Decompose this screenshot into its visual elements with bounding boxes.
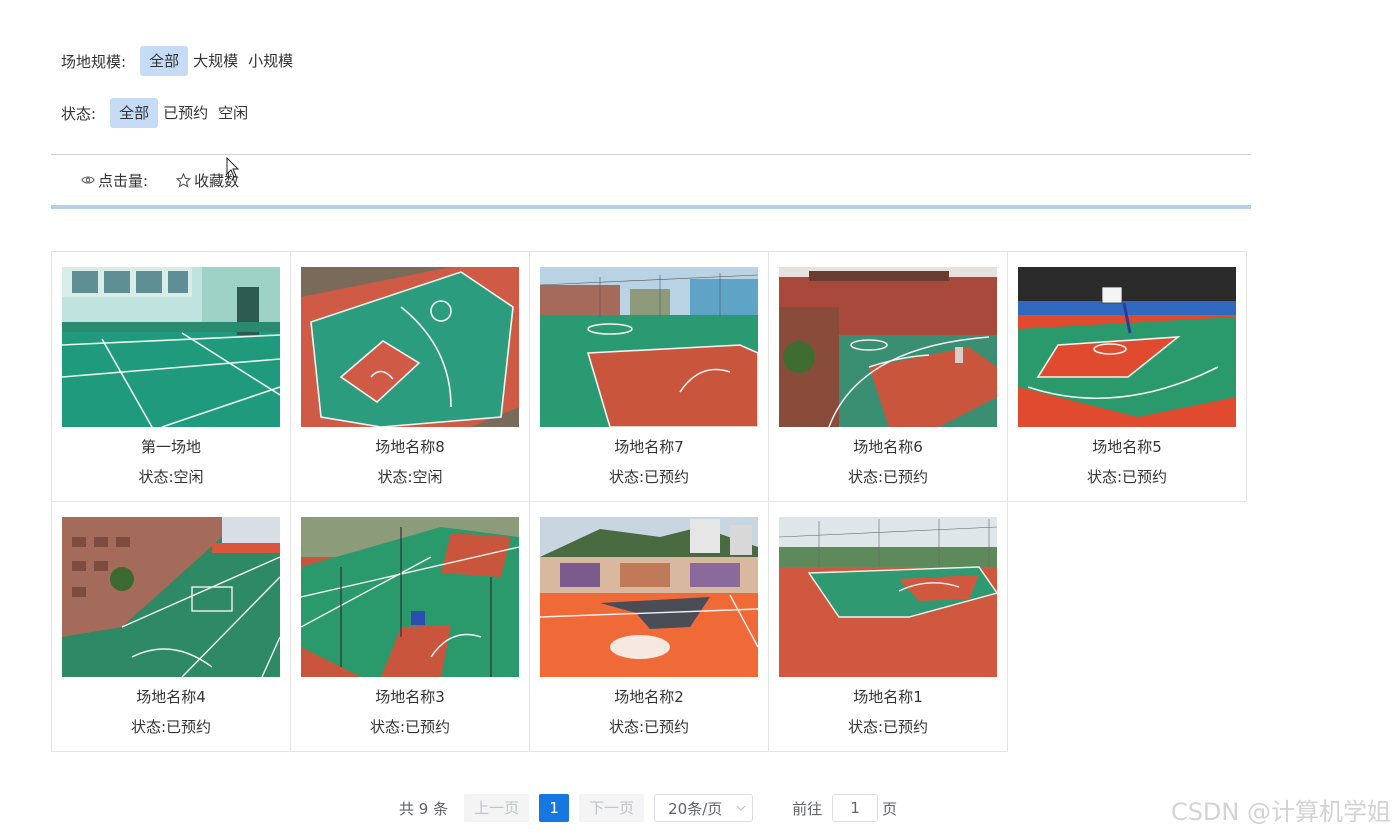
status-filter: 状态: 全部 已预约 空闲: [61, 98, 253, 128]
prev-page-button[interactable]: 上一页: [464, 794, 530, 822]
scale-option-large[interactable]: 大规模: [188, 46, 243, 76]
status-option-idle[interactable]: 空闲: [213, 98, 253, 128]
venue-photo[interactable]: [301, 267, 519, 427]
goto-page-input[interactable]: 1: [832, 794, 879, 822]
sort-clicks-label: 点击量:: [98, 171, 149, 190]
venue-photo[interactable]: [779, 517, 997, 677]
star-icon: [176, 172, 192, 188]
pagination: 共 9 条 上一页 1 下一页 20条/页 前往 1 页: [399, 794, 897, 822]
venue-photo[interactable]: [540, 517, 758, 677]
scale-option-small[interactable]: 小规模: [243, 46, 298, 76]
venue-card[interactable]: 场地名称6 状态:已预约: [768, 251, 1008, 502]
venue-name: 场地名称2: [614, 688, 684, 706]
venue-card[interactable]: 场地名称4 状态:已预约: [51, 501, 291, 752]
chevron-down-icon: [736, 805, 746, 811]
status-filter-label: 状态:: [61, 104, 97, 123]
venue-status: 状态:空闲: [377, 468, 443, 486]
goto-prefix: 前往: [792, 799, 823, 818]
next-page-button[interactable]: 下一页: [579, 794, 645, 822]
venue-name: 场地名称1: [853, 688, 923, 706]
venue-photo[interactable]: [62, 517, 280, 677]
eye-icon: [81, 176, 95, 184]
pagination-total: 共 9 条: [399, 799, 449, 818]
venue-name: 场地名称6: [853, 438, 923, 456]
venue-name: 场地名称7: [614, 438, 684, 456]
venue-status: 状态:已预约: [130, 718, 212, 736]
venue-status: 状态:已预约: [1086, 468, 1168, 486]
status-option-booked[interactable]: 已预约: [158, 98, 213, 128]
page-size-select[interactable]: 20条/页: [654, 794, 754, 822]
venue-card[interactable]: 场地名称1 状态:已预约: [768, 501, 1008, 752]
venue-card[interactable]: 场地名称3 状态:已预约: [290, 501, 530, 752]
venue-name: 场地名称8: [375, 438, 445, 456]
venue-card[interactable]: 第一场地 状态:空闲: [51, 251, 291, 502]
venue-name: 场地名称4: [136, 688, 206, 706]
accent-divider: [51, 205, 1251, 209]
page-size-value: 20条/页: [668, 799, 723, 818]
venue-card[interactable]: 场地名称8 状态:空闲: [290, 251, 530, 502]
watermark: CSDN @计算机学姐: [1170, 798, 1391, 826]
venue-grid: 第一场地 状态:空闲 场地名称8 状态:空闲 场地名称7 状态:已预约 场地名称…: [51, 251, 1251, 752]
goto-suffix: 页: [882, 799, 898, 818]
divider: [51, 154, 1251, 155]
venue-status: 状态:已预约: [608, 468, 690, 486]
venue-card[interactable]: 场地名称7 状态:已预约: [529, 251, 769, 502]
venue-status: 状态:已预约: [608, 718, 690, 736]
venue-name: 第一场地: [140, 438, 201, 456]
scale-filter: 场地规模: 全部 大规模 小规模: [61, 46, 298, 76]
venue-name: 场地名称3: [375, 688, 445, 706]
scale-option-all[interactable]: 全部: [140, 46, 189, 76]
status-option-all[interactable]: 全部: [110, 98, 159, 128]
venue-photo[interactable]: [779, 267, 997, 427]
venue-status: 状态:已预约: [847, 468, 929, 486]
page-number-current[interactable]: 1: [539, 794, 570, 822]
venue-status: 状态:空闲: [138, 468, 204, 486]
venue-card[interactable]: 场地名称2 状态:已预约: [529, 501, 769, 752]
page-root: 场地规模: 全部 大规模 小规模 状态: 全部 已预约 空闲 点击量: 收藏数: [0, 0, 1395, 832]
scale-filter-label: 场地规模:: [61, 52, 127, 71]
venue-photo[interactable]: [301, 517, 519, 677]
venue-photo[interactable]: [62, 267, 280, 427]
venue-photo[interactable]: [1018, 267, 1236, 427]
venue-status: 状态:已预约: [847, 718, 929, 736]
venue-status: 状态:已预约: [369, 718, 451, 736]
mouse-cursor-icon: [226, 157, 240, 178]
venue-name: 场地名称5: [1092, 438, 1162, 456]
venue-photo[interactable]: [540, 267, 758, 427]
venue-card[interactable]: 场地名称5 状态:已预约: [1007, 251, 1247, 502]
sort-by-clicks[interactable]: 点击量:: [81, 170, 148, 191]
